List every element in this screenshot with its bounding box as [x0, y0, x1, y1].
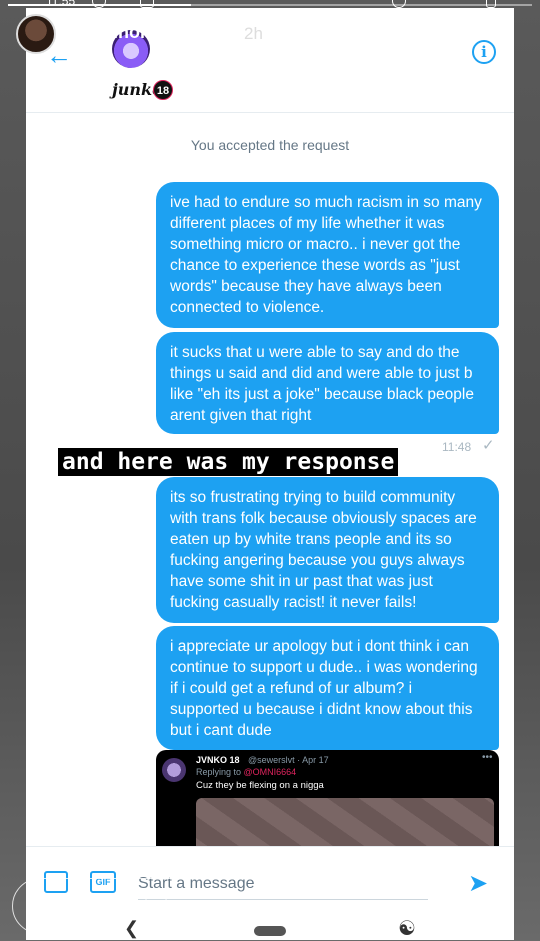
missed-call-icon	[92, 0, 106, 8]
read-check-icon: ✓	[482, 437, 495, 454]
accessibility-icon[interactable]: ☯	[398, 916, 416, 941]
story-time-ago: 2h	[244, 24, 263, 43]
message-bubble[interactable]: it sucks that u were able to say and do …	[156, 332, 499, 434]
story-text-sticker: and here was my response	[58, 448, 399, 476]
tweet-text: Cuz they be flexing on a nigga	[196, 780, 324, 791]
alarm-icon	[392, 0, 406, 8]
message-bubble[interactable]: ive had to endure so much racism in so m…	[156, 182, 499, 328]
instagram-icon	[140, 0, 154, 8]
message-bubble[interactable]: its so frustrating trying to build commu…	[156, 477, 499, 623]
info-icon[interactable]: i	[472, 40, 496, 64]
tweet-avatar	[162, 758, 186, 782]
share-icon[interactable]: ➤	[494, 892, 514, 921]
nav-home-pill[interactable]	[254, 926, 286, 936]
status-bar: 11:55	[0, 0, 540, 14]
system-note: You accepted the request	[190, 137, 350, 153]
replying-label: Replying to	[196, 767, 244, 777]
shared-tweet[interactable]: JVNKO 18 @sewerslvt · Apr 17 ••• Replyin…	[156, 750, 499, 860]
story-avatar[interactable]	[16, 14, 56, 54]
replying-handle[interactable]: @OMNI6664	[244, 767, 297, 777]
more-options-icon[interactable]: •••	[482, 752, 493, 763]
nav-back-icon[interactable]: ❮	[124, 918, 139, 939]
more-icon[interactable]	[506, 18, 510, 42]
reply-placeholder[interactable]: Reply to front.hole.trauma	[32, 897, 239, 918]
message-timestamp: 11:48	[442, 440, 472, 454]
send-icon[interactable]: ➤	[468, 869, 488, 898]
message-bubble[interactable]: i appreciate ur apology but i dont think…	[156, 626, 499, 750]
status-time: 11:55	[46, 0, 76, 8]
tweet-handle: @sewerslvt · Apr 17	[248, 755, 329, 765]
story-username[interactable]: front.hole.trauma	[72, 22, 220, 43]
battery-icon	[486, 0, 496, 8]
age-badge: 18	[153, 80, 173, 100]
tweet-author-name: JVNKO 18	[196, 755, 240, 765]
tweet-replying-to: Replying to @OMNI6664	[196, 767, 296, 777]
